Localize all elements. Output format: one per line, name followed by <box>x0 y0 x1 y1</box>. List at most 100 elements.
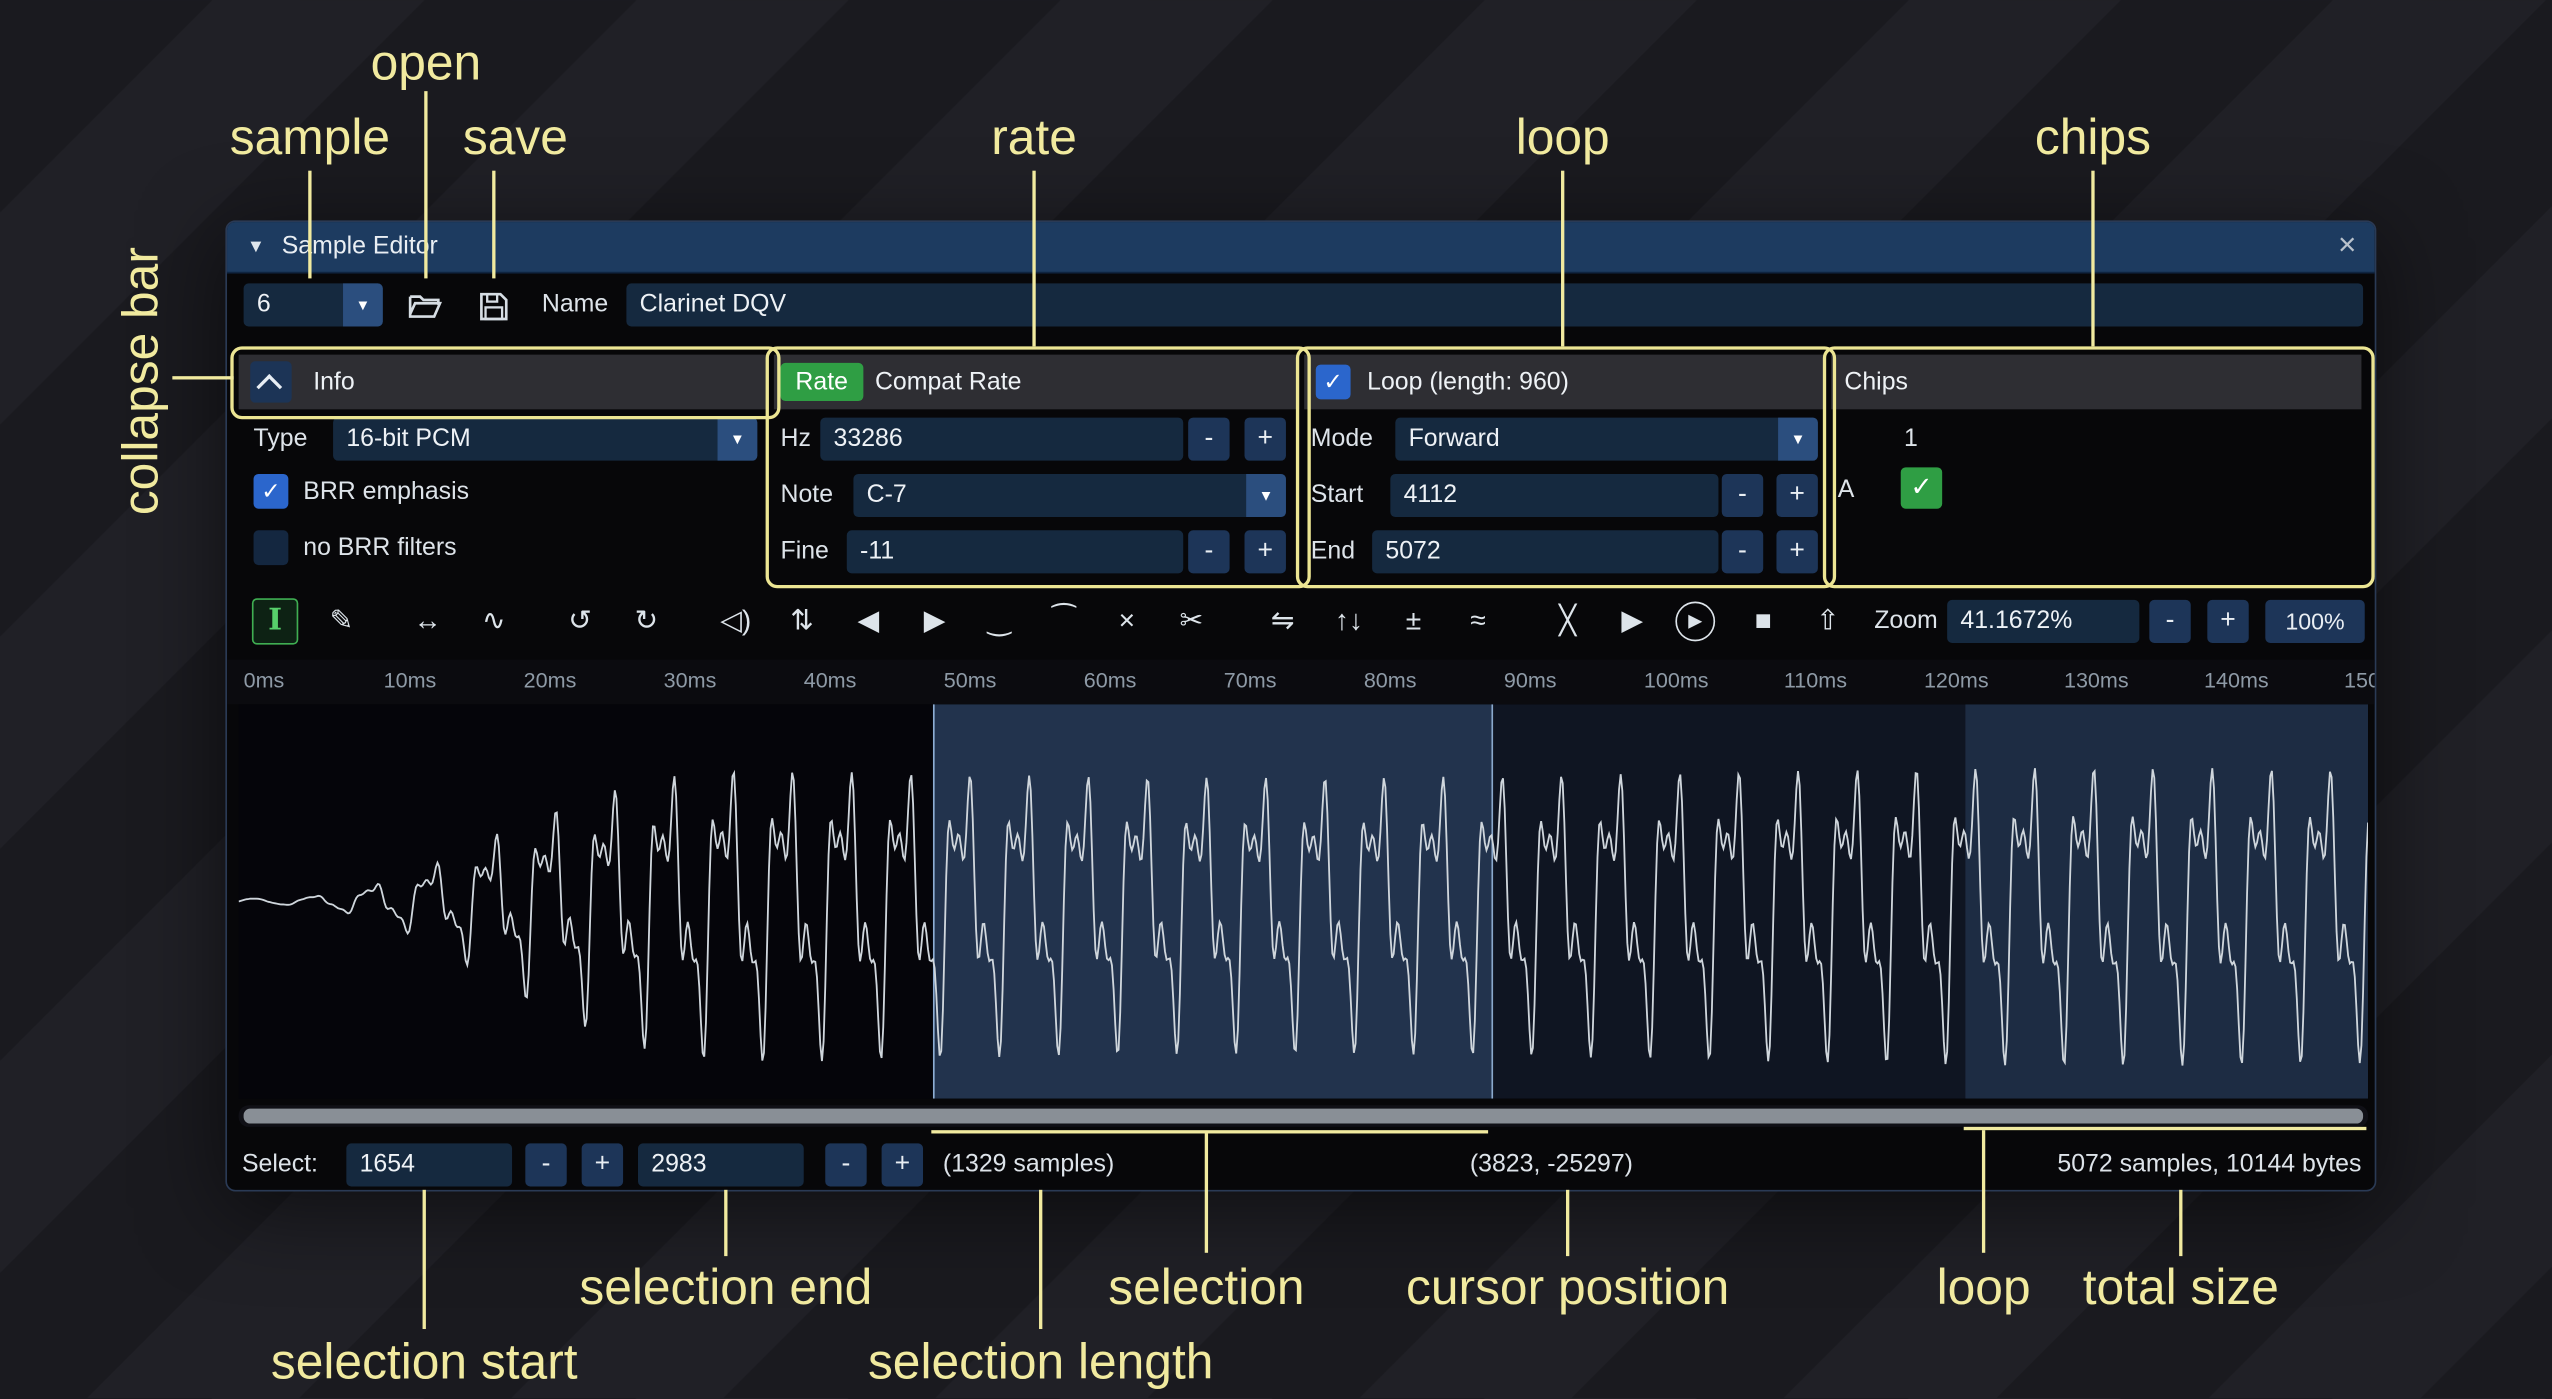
open-button[interactable] <box>399 283 449 328</box>
fade-out-button[interactable]: ▶ <box>911 598 957 644</box>
save-floppy-icon <box>479 291 509 321</box>
insert-silence-icon: ‿ <box>988 605 1011 636</box>
hz-input[interactable]: 33286 <box>820 418 1183 461</box>
annotation-sample: sample <box>230 111 390 167</box>
resize-button[interactable]: ↔ <box>404 598 450 644</box>
no-brr-filters-checkbox[interactable]: ✓ <box>254 530 289 565</box>
zoom-minus-button[interactable]: - <box>2149 600 2190 643</box>
selection-start-input[interactable]: 1654 <box>346 1143 512 1186</box>
amplify-button[interactable]: ◁) <box>713 598 759 644</box>
chip-column-label: 1 <box>1904 418 1918 461</box>
annotation-line-rate <box>1032 171 1035 347</box>
zoom-plus-button[interactable]: + <box>2207 600 2248 643</box>
note-value: C-7 <box>867 474 907 517</box>
edit-mode-select-button[interactable]: I <box>252 598 298 644</box>
selection-start-minus-button[interactable]: - <box>525 1143 566 1186</box>
name-input[interactable]: Clarinet DQV <box>626 283 2363 326</box>
loop-enable-checkbox[interactable]: ✓ <box>1316 365 1351 400</box>
redo-button[interactable]: ↻ <box>623 598 669 644</box>
type-selector[interactable]: 16-bit PCM ▼ <box>333 418 757 461</box>
select-label: Select: <box>242 1143 318 1186</box>
stage: ▼ Sample Editor × 6 ▼ Name Clarinet DQV <box>0 0 2552 1399</box>
loop-mode-selector[interactable]: Forward ▼ <box>1395 418 1818 461</box>
loop-start-label: Start <box>1311 474 1364 517</box>
annotation-selection-end: selection end <box>579 1261 872 1317</box>
window-collapse-icon[interactable]: ▼ <box>247 222 265 272</box>
selection-end-plus-button[interactable]: + <box>882 1143 923 1186</box>
annotation-line-selection <box>1205 1133 1208 1252</box>
window-title: Sample Editor <box>282 222 438 272</box>
scrollbar-thumb[interactable] <box>244 1109 2363 1124</box>
apply-filter-button[interactable]: ≈ <box>1455 598 1501 644</box>
hz-plus-button[interactable]: + <box>1245 418 1286 461</box>
annotation-open: open <box>371 36 482 92</box>
fade-in-button[interactable]: ◀ <box>845 598 891 644</box>
crossfade-loop-button[interactable]: ╳ <box>1544 598 1590 644</box>
loop-header: ✓ Loop (length: 960) <box>1304 355 1824 410</box>
resize-icon: ↔ <box>413 605 441 636</box>
normalize-button[interactable]: ⇅ <box>779 598 825 644</box>
stop-preview-button[interactable]: ■ <box>1740 598 1786 644</box>
insert-silence-button[interactable]: ‿ <box>976 598 1022 644</box>
loop-end-plus-button[interactable]: + <box>1776 530 1817 573</box>
zoom-input[interactable]: 41.1672% <box>1947 600 2139 643</box>
invert-icon: ↑↓ <box>1335 605 1363 636</box>
sample-selector[interactable]: 6 ▼ <box>244 283 383 326</box>
preview-loop-button[interactable]: ▶ <box>1675 602 1715 642</box>
trim-button[interactable]: ✂ <box>1168 598 1214 644</box>
edit-mode-draw-button[interactable]: ✎ <box>318 598 364 644</box>
chevron-down-icon: ▼ <box>718 418 758 461</box>
ruler-label: 110ms <box>1784 668 1847 693</box>
signed-unsigned-button[interactable]: ± <box>1390 598 1436 644</box>
annotation-cursor-position: cursor position <box>1406 1261 1729 1317</box>
selection-end-input[interactable]: 2983 <box>638 1143 804 1186</box>
import-button[interactable]: ⇧ <box>1805 598 1851 644</box>
apply-silence-icon: ⁀ <box>1053 605 1076 636</box>
annotation-line-open <box>424 91 427 278</box>
annotation-line-total-size <box>2179 1190 2182 1256</box>
window-titlebar[interactable]: ▼ Sample Editor × <box>227 222 2375 273</box>
annotation-total-size: total size <box>2083 1261 2279 1317</box>
collapse-bar-button[interactable] <box>250 361 291 402</box>
ruler-label: 100ms <box>1644 668 1709 693</box>
selection-start-plus-button[interactable]: + <box>582 1143 623 1186</box>
fine-input[interactable]: -11 <box>847 530 1183 573</box>
preview-sample-button[interactable]: ▶ <box>1609 598 1655 644</box>
waveform-display[interactable] <box>239 704 2368 1098</box>
chip-enable-checkbox[interactable]: ✓ <box>1901 467 1942 508</box>
ruler-label: 0ms <box>244 668 285 693</box>
trim-icon: ✂ <box>1180 605 1204 636</box>
note-selector[interactable]: C-7 ▼ <box>853 474 1286 517</box>
loop-end-input[interactable]: 5072 <box>1372 530 1718 573</box>
no-brr-filters-label: no BRR filters <box>303 527 456 570</box>
fine-plus-button[interactable]: + <box>1245 530 1286 573</box>
undo-button[interactable]: ↺ <box>557 598 603 644</box>
waveform-scrollbar[interactable] <box>239 1105 2368 1127</box>
loop-end-label: End <box>1311 530 1355 573</box>
reverse-button[interactable]: ⇋ <box>1259 598 1305 644</box>
invert-button[interactable]: ↑↓ <box>1326 598 1372 644</box>
annotation-line-chips <box>2091 171 2094 347</box>
annotation-selection-start: selection start <box>271 1336 578 1392</box>
brr-emphasis-checkbox[interactable]: ✓ <box>254 474 289 509</box>
loop-start-input[interactable]: 4112 <box>1390 474 1718 517</box>
info-header[interactable]: Info <box>239 355 769 410</box>
resample-button[interactable]: ∿ <box>471 598 517 644</box>
hz-minus-button[interactable]: - <box>1188 418 1229 461</box>
fine-minus-button[interactable]: - <box>1188 530 1229 573</box>
loop-start-minus-button[interactable]: - <box>1722 474 1763 517</box>
apply-silence-button[interactable]: ⁀ <box>1041 598 1087 644</box>
zoom-reset-button[interactable]: 100% <box>2265 600 2364 643</box>
loop-end-minus-button[interactable]: - <box>1722 530 1763 573</box>
save-button[interactable] <box>469 283 519 328</box>
close-button[interactable]: × <box>2338 222 2356 270</box>
rate-header-label: Compat Rate <box>875 355 1021 410</box>
selection-end-minus-button[interactable]: - <box>825 1143 866 1186</box>
loop-start-plus-button[interactable]: + <box>1776 474 1817 517</box>
type-label: Type <box>254 418 308 461</box>
delete-button[interactable]: × <box>1104 598 1150 644</box>
hz-label: Hz <box>781 418 811 461</box>
annotation-chips: chips <box>2035 111 2151 167</box>
open-folder-icon <box>407 292 442 320</box>
amplify-icon: ◁) <box>720 605 751 636</box>
